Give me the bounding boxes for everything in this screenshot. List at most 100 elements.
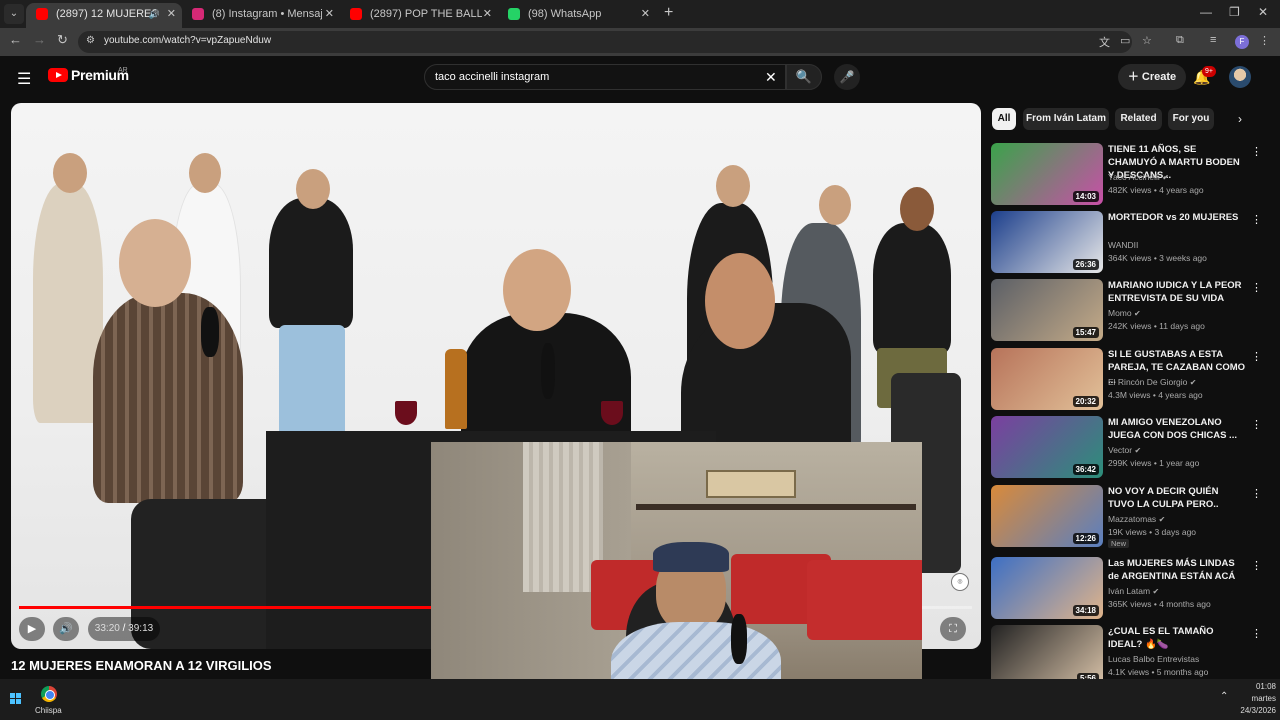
related-video-item[interactable]: 15:47 MARIANO IUDICA Y LA PEOR ENTREVISTA…	[991, 279, 1271, 341]
chip-for-you[interactable]: For you	[1168, 108, 1214, 130]
system-tray-chevron-icon[interactable]: ⌃	[1220, 691, 1228, 702]
video-thumbnail[interactable]: 14:03	[991, 143, 1103, 205]
account-avatar[interactable]	[1229, 66, 1251, 88]
more-actions-icon[interactable]: ⋮	[1251, 627, 1262, 640]
video-thumbnail[interactable]: 36:42	[991, 416, 1103, 478]
related-video-item[interactable]: 12:26 NO VOY A DECIR QUIÉN TUVO LA CULPA …	[991, 485, 1271, 548]
chip-all[interactable]: All	[992, 108, 1016, 130]
tab-instagram[interactable]: (8) Instagram • Mensajes ✕	[182, 3, 340, 28]
search-button[interactable]: 🔍	[786, 64, 822, 90]
address-bar[interactable]: ⚙ youtube.com/watch?v=vpZapueNduw	[78, 31, 1132, 53]
bookmark-star-icon[interactable]: ☆	[1142, 34, 1152, 47]
video-thumbnail[interactable]: 20:32	[991, 348, 1103, 410]
whatsapp-favicon-icon	[508, 8, 520, 20]
more-actions-icon[interactable]: ⋮	[1251, 559, 1262, 572]
more-actions-icon[interactable]: ⋮	[1251, 213, 1262, 226]
window-close-icon[interactable]: ✕	[1258, 5, 1268, 19]
youtube-logo-icon[interactable]	[48, 68, 68, 82]
related-video-item[interactable]: 14:03 TIENE 11 AÑOS, SE CHAMUYÓ A MARTU B…	[991, 143, 1271, 205]
voice-search-button[interactable]: 🎤	[834, 64, 860, 90]
tab-whatsapp[interactable]: (98) WhatsApp ✕	[498, 3, 656, 28]
tab-search-button[interactable]: ⌄	[4, 4, 24, 24]
video-thumbnail[interactable]: 15:47	[991, 279, 1103, 341]
channel-name: El Rincón De Giorgio	[1108, 377, 1188, 387]
extensions-icon[interactable]: ⧉	[1176, 34, 1184, 47]
related-video-title[interactable]: MORTEDOR vs 20 MUJERES	[1108, 211, 1246, 224]
url-text[interactable]: youtube.com/watch?v=vpZapueNduw	[104, 35, 271, 46]
more-actions-icon[interactable]: ⋮	[1251, 487, 1262, 500]
new-badge: New	[1108, 539, 1130, 548]
related-video-title[interactable]: NO VOY A DECIR QUIÉN TUVO LA CULPA PERO.…	[1108, 485, 1246, 511]
chip-from-channel[interactable]: From Iván Latam	[1023, 108, 1109, 130]
tab-close-icon[interactable]: ✕	[641, 3, 650, 25]
video-thumbnail[interactable]: 5:56	[991, 625, 1103, 687]
reload-icon[interactable]: ↻	[57, 32, 68, 48]
minimize-icon[interactable]: —	[1200, 5, 1212, 19]
related-video-channel[interactable]: Yaco Accinelli ✔	[1108, 172, 1169, 182]
windows-start-icon[interactable]	[10, 693, 22, 705]
profile-avatar[interactable]: F	[1235, 35, 1249, 49]
related-video-channel[interactable]: Iván Latam ✔	[1108, 586, 1159, 596]
video-scene-head	[819, 185, 851, 225]
cast-icon[interactable]: ▭	[1120, 34, 1130, 47]
channel-name: Vector	[1108, 445, 1133, 455]
more-actions-icon[interactable]: ⋮	[1251, 418, 1262, 431]
back-icon[interactable]: ←	[9, 32, 22, 47]
volume-button[interactable]: 🔊	[53, 617, 79, 641]
webcam-red-bed	[807, 560, 922, 640]
fullscreen-button[interactable]: ⛶	[940, 617, 966, 641]
menu-hamburger-icon[interactable]: ☰	[17, 69, 31, 89]
related-video-channel[interactable]: Lucas Balbo Entrevistas	[1108, 654, 1199, 664]
related-video-channel[interactable]: WANDII	[1108, 240, 1138, 250]
clear-search-icon[interactable]: ✕	[765, 69, 777, 86]
media-control-icon[interactable]: ≡	[1210, 34, 1216, 46]
chrome-app-icon[interactable]	[41, 686, 57, 702]
tab-close-icon[interactable]: ✕	[325, 3, 334, 25]
related-video-item[interactable]: 26:36 MORTEDOR vs 20 MUJERES WANDII 364K vi…	[991, 211, 1271, 273]
related-video-channel[interactable]: Mazzatomas ✔	[1108, 514, 1165, 524]
video-duration-badge: 20:32	[1072, 396, 1099, 407]
search-input[interactable]: taco accinelli instagram	[435, 71, 549, 83]
more-actions-icon[interactable]: ⋮	[1251, 145, 1262, 158]
video-scene-microphone	[201, 307, 219, 357]
system-clock[interactable]: 01:08 martes 24/3/2026	[1232, 681, 1276, 717]
related-video-item[interactable]: 5:56¿CUAL ES EL TAMAÑO IDEAL? 🔥🍆 Lucas Ba…	[991, 625, 1271, 687]
related-video-title[interactable]: MARIANO IUDICA Y LA PEOR ENTREVISTA DE S…	[1108, 279, 1246, 305]
microphone-icon: 🎤	[839, 70, 855, 84]
related-video-channel[interactable]: El Rincón De Giorgio ✔	[1108, 377, 1196, 387]
browser-menu-icon[interactable]: ⋮	[1259, 34, 1270, 47]
related-video-title[interactable]: MI AMIGO VENEZOLANO JUEGA CON DOS CHICAS…	[1108, 416, 1246, 442]
channel-watermark-icon[interactable]: ◎	[951, 573, 969, 591]
related-video-channel[interactable]: Momo ✔	[1108, 308, 1141, 318]
video-thumbnail[interactable]: 34:18	[991, 557, 1103, 619]
restore-icon[interactable]: ❐	[1229, 5, 1240, 19]
audio-playing-icon[interactable]: 🔊	[149, 3, 160, 25]
browser-toolbar: ← → ↻ ⚙ youtube.com/watch?v=vpZapueNduw …	[0, 28, 1280, 56]
site-info-icon[interactable]: ⚙	[86, 35, 95, 46]
create-button[interactable]: ＋ Create	[1118, 64, 1186, 90]
related-video-title[interactable]: ¿CUAL ES EL TAMAÑO IDEAL? 🔥🍆	[1108, 625, 1246, 651]
clock-time: 01:08	[1255, 682, 1276, 691]
video-thumbnail[interactable]: 26:36	[991, 211, 1103, 273]
verified-check-icon: ✔	[1134, 309, 1141, 318]
translate-icon[interactable]: 文	[1099, 34, 1110, 50]
more-actions-icon[interactable]: ⋮	[1251, 350, 1262, 363]
related-video-title[interactable]: Las MUJERES MÁS LINDAS de ARGENTINA ESTÁ…	[1108, 557, 1246, 583]
related-video-item[interactable]: 20:32 SI LE GUSTABAS A ESTA PAREJA, TE CA…	[991, 348, 1271, 410]
related-video-channel[interactable]: Vector ✔	[1108, 445, 1141, 455]
tab-youtube-video[interactable]: (2897) 12 MUJERES ENAMORAN A 12 VIRGILIO…	[26, 3, 182, 28]
chip-related[interactable]: Related	[1115, 108, 1162, 130]
video-thumbnail[interactable]: 12:26	[991, 485, 1103, 547]
tab-close-icon[interactable]: ✕	[167, 3, 176, 25]
related-video-item[interactable]: 34:18 Las MUJERES MÁS LINDAS de ARGENTINA…	[991, 557, 1271, 619]
tab-close-icon[interactable]: ✕	[483, 3, 492, 25]
forward-icon[interactable]: →	[33, 32, 46, 47]
related-video-item[interactable]: 36:42 MI AMIGO VENEZOLANO JUEGA CON DOS C…	[991, 416, 1271, 478]
channel-name: Momo	[1108, 308, 1132, 318]
more-actions-icon[interactable]: ⋮	[1251, 281, 1262, 294]
play-button[interactable]: ▶	[19, 617, 45, 641]
tab-pop-the-balloon[interactable]: (2897) POP THE BALLOON OR FIND LOVE ✕	[340, 3, 498, 28]
search-box[interactable]: taco accinelli instagram ✕	[424, 64, 786, 90]
chips-next-icon[interactable]: ›	[1238, 112, 1242, 126]
new-tab-icon[interactable]: +	[664, 4, 673, 22]
